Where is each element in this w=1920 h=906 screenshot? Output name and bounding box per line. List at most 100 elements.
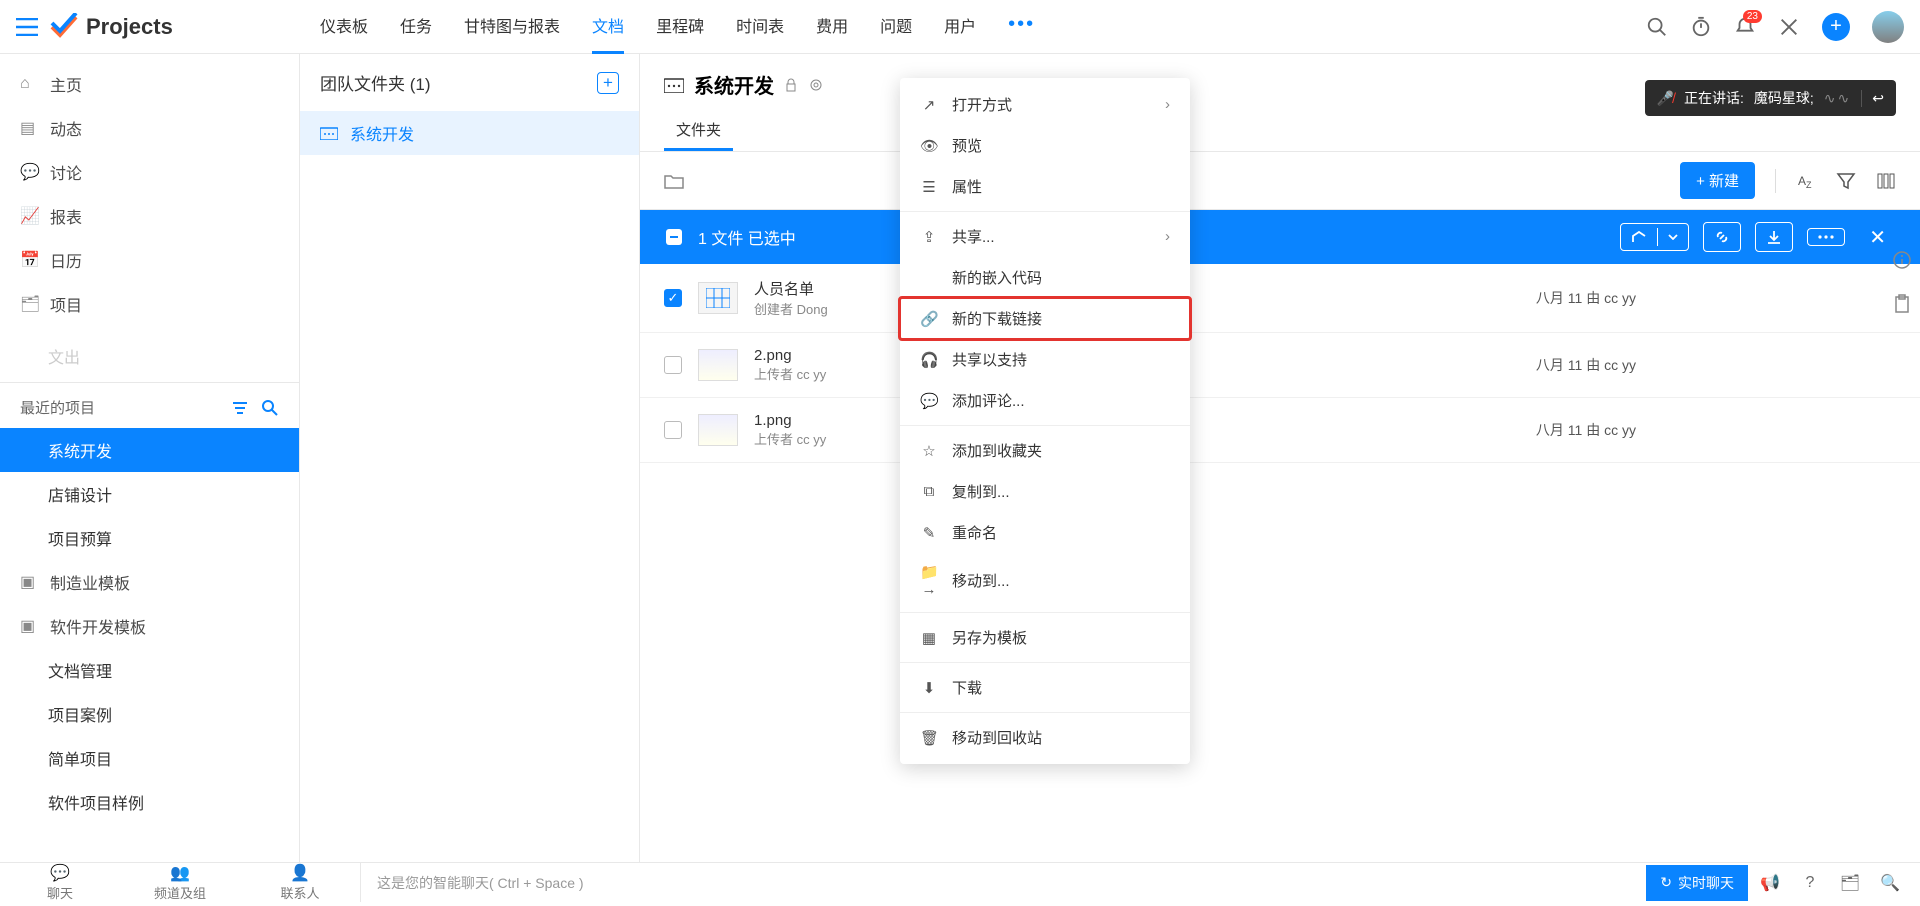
ctx-move-icon[interactable]: 📁→移动到... (900, 553, 1190, 608)
top-nav-0[interactable]: 仪表板 (320, 0, 368, 54)
sidebar-item-label: 主页 (50, 72, 82, 96)
top-nav-7[interactable]: 问题 (880, 0, 912, 54)
add-button[interactable]: + (1822, 13, 1850, 41)
sidebar-discussion-icon[interactable]: 💬讨论 (0, 150, 299, 194)
bottom-tab-0[interactable]: 💬聊天 (0, 859, 120, 906)
recent-project-item[interactable]: 店铺设计 (0, 472, 299, 516)
logo[interactable]: Projects (50, 13, 280, 41)
new-button[interactable]: + 新建 (1680, 162, 1755, 199)
sidebar-template-item[interactable]: 简单项目 (0, 736, 299, 780)
announce-icon[interactable]: 📢 (1752, 863, 1788, 903)
file-checkbox[interactable] (664, 289, 682, 307)
ctx-item-label: 预览 (952, 135, 982, 156)
notification-icon[interactable]: 23 (1734, 16, 1756, 38)
live-chat-label: 实时聊天 (1678, 873, 1734, 893)
context-menu: ↗打开方式›👁预览☰属性 ⇪共享...›新的嵌入代码🔗新的下载链接🎧共享以支持💬添… (900, 78, 1190, 764)
ctx-embed-icon[interactable]: 新的嵌入代码 (900, 257, 1190, 298)
chat-input[interactable]: 这是您的智能聊天( Ctrl + Space ) (360, 863, 1646, 902)
top-nav-1[interactable]: 任务 (400, 0, 432, 54)
filter-icon[interactable] (231, 399, 249, 417)
deselect-icon[interactable] (664, 227, 684, 247)
close-selection-button[interactable]: ✕ (1859, 225, 1896, 250)
ctx-rename-icon[interactable]: ✎重命名 (900, 512, 1190, 553)
download-button[interactable] (1755, 222, 1793, 252)
help-icon[interactable]: ? (1792, 863, 1828, 903)
bottom-tab-2[interactable]: 👤联系人 (240, 859, 360, 906)
ctx-properties-icon[interactable]: ☰属性 (900, 166, 1190, 207)
sidebar-template-item[interactable]: 软件项目样例 (0, 780, 299, 824)
file-row[interactable]: 1.png上传者 cc yy 八月 11 由 cc yy (640, 398, 1920, 463)
sidebar-report-icon[interactable]: 📈报表 (0, 194, 299, 238)
search-bottom-icon[interactable]: 🔍 (1872, 863, 1908, 903)
sidebar-template-item[interactable]: ▣软件开发模板 (0, 604, 299, 648)
top-nav-5[interactable]: 时间表 (736, 0, 784, 54)
link-button[interactable] (1703, 222, 1741, 252)
share-action-icon (1631, 230, 1647, 244)
sort-icon[interactable]: AZ (1796, 171, 1816, 191)
sidebar-feed-icon[interactable]: ▤动态 (0, 106, 299, 150)
sidebar-template-item[interactable]: 文档管理 (0, 648, 299, 692)
share-split-button[interactable] (1620, 223, 1689, 251)
view-icon[interactable] (1876, 171, 1896, 191)
clipboard-icon[interactable] (1892, 294, 1912, 314)
top-nav-3[interactable]: 文档 (592, 0, 624, 54)
ctx-open-icon[interactable]: ↗打开方式› (900, 84, 1190, 125)
recent-project-item[interactable]: 系统开发 (0, 428, 299, 472)
ctx-trash-icon[interactable]: 🗑移动到回收站 (900, 717, 1190, 758)
reply-icon[interactable]: ↩ (1861, 90, 1884, 107)
settings-icon[interactable] (808, 77, 824, 93)
sidebar-template-item[interactable]: ▣制造业模板 (0, 560, 299, 604)
sidebar-home-icon[interactable]: ⌂主页 (0, 62, 299, 106)
top-nav-8[interactable]: 用户 (944, 0, 976, 54)
search-icon[interactable] (1646, 16, 1668, 38)
menu-toggle-icon[interactable] (16, 18, 38, 36)
sidebar-truncated-item: 文出 (0, 334, 299, 378)
mic-muted-icon[interactable]: 🎤̸ (1657, 90, 1674, 107)
top-nav-2[interactable]: 甘特图与报表 (464, 0, 560, 54)
ctx-item-label: 共享以支持 (952, 349, 1027, 370)
add-folder-button[interactable]: + (597, 72, 619, 94)
filter-toolbar-icon[interactable] (1836, 171, 1856, 191)
file-checkbox[interactable] (664, 421, 682, 439)
live-chat-button[interactable]: ↻实时聊天 (1646, 865, 1748, 901)
bottom-tab-icon: 💬 (0, 863, 120, 883)
file-name: 人员名单 (754, 278, 828, 299)
sidebar-project-icon[interactable]: 🗂项目 (0, 282, 299, 326)
ctx-link-icon[interactable]: 🔗新的下载链接 (900, 298, 1190, 339)
top-nav-4[interactable]: 里程碑 (656, 0, 704, 54)
more-actions-button[interactable] (1807, 228, 1845, 246)
ctx-copy-icon[interactable]: ⧉复制到... (900, 471, 1190, 512)
ctx-star-icon[interactable]: ☆添加到收藏夹 (900, 430, 1190, 471)
ctx-comment-icon[interactable]: 💬添加评论... (900, 380, 1190, 421)
ctx-share-icon[interactable]: ⇪共享...› (900, 216, 1190, 257)
tab-folder[interactable]: 文件夹 (664, 111, 733, 151)
tools-icon[interactable] (1778, 16, 1800, 38)
top-nav-more[interactable]: ••• (1008, 0, 1035, 54)
file-info: 1.png上传者 cc yy (754, 412, 826, 448)
right-rail (1884, 250, 1920, 314)
properties-icon: ☰ (920, 178, 938, 196)
ctx-preview-icon[interactable]: 👁预览 (900, 125, 1190, 166)
info-icon[interactable] (1892, 250, 1912, 270)
download-icon: ⬇ (920, 679, 938, 697)
sidebar-item-label: 报表 (50, 204, 82, 228)
file-checkbox[interactable] (664, 356, 682, 374)
ctx-template-icon[interactable]: ▦另存为模板 (900, 617, 1190, 658)
recent-project-item[interactable]: 项目预算 (0, 516, 299, 560)
more-icon (1818, 235, 1834, 239)
archive-icon[interactable]: 🗂 (1832, 863, 1868, 903)
user-avatar[interactable] (1872, 11, 1904, 43)
timer-icon[interactable] (1690, 16, 1712, 38)
ctx-download-icon[interactable]: ⬇下载 (900, 667, 1190, 708)
ctx-support-icon[interactable]: 🎧共享以支持 (900, 339, 1190, 380)
top-nav-6[interactable]: 费用 (816, 0, 848, 54)
file-row[interactable]: 人员名单创建者 Dong 八月 11 由 cc yy (640, 264, 1920, 333)
ctx-item-label: 添加到收藏夹 (952, 440, 1042, 461)
sidebar-template-item[interactable]: 项目案例 (0, 692, 299, 736)
sidebar-calendar-icon[interactable]: 📅日历 (0, 238, 299, 282)
file-row[interactable]: 2.png上传者 cc yy 八月 11 由 cc yy (640, 333, 1920, 398)
bottom-tab-1[interactable]: 👥频道及组 (120, 859, 240, 906)
search-sidebar-icon[interactable] (261, 399, 279, 417)
folder-toolbar-icon[interactable] (664, 173, 684, 189)
folder-item[interactable]: 系统开发 (300, 111, 639, 155)
